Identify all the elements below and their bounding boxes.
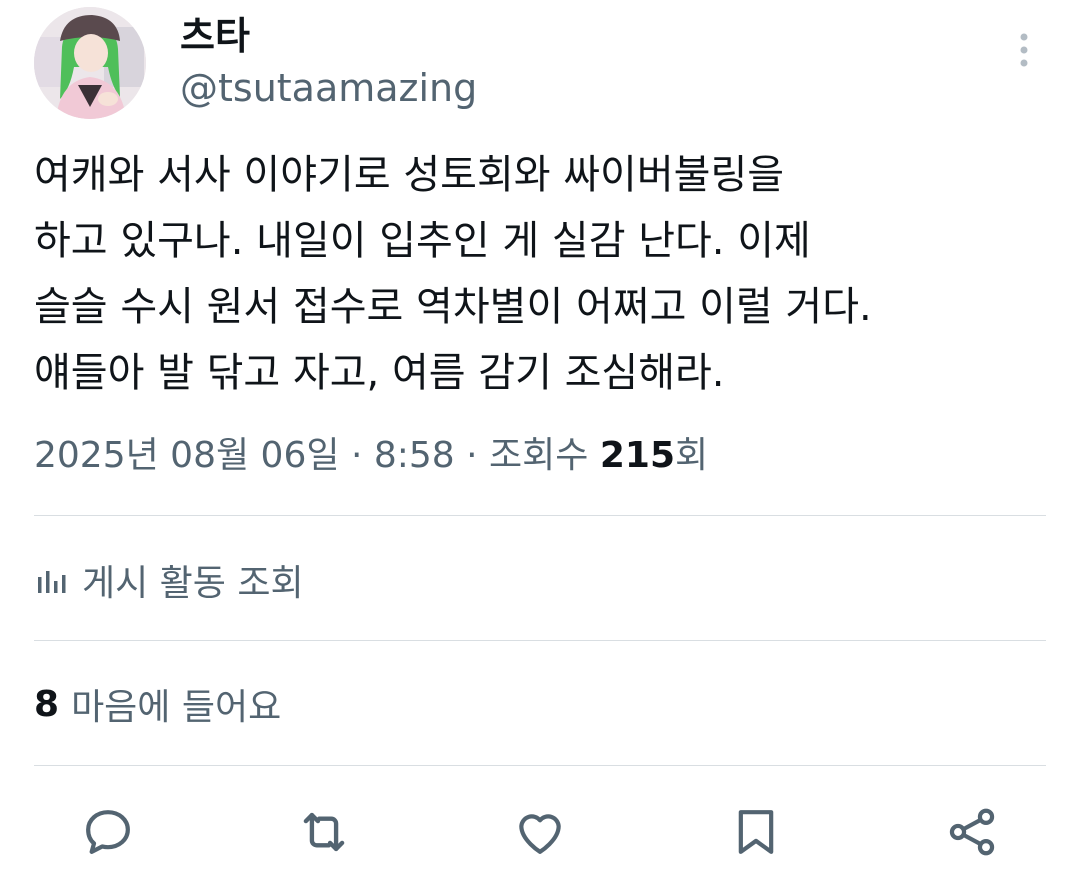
likes-count: 8: [34, 683, 60, 725]
tweet-meta: 2025년 08월 06일 · 8:58 · 조회수 215회: [34, 428, 708, 484]
tweet-time[interactable]: 8:58: [374, 435, 455, 476]
share-button[interactable]: [940, 800, 1004, 864]
avatar[interactable]: [34, 7, 146, 119]
like-button[interactable]: [508, 800, 572, 864]
share-icon: [949, 808, 995, 856]
tweet-line: 여캐와 서사 이야기로 성토회와 싸이버불링을: [34, 152, 785, 198]
user-handle[interactable]: @tsutaamazing: [180, 62, 477, 114]
retweet-icon: [303, 812, 345, 852]
heart-icon: [519, 814, 561, 854]
display-name[interactable]: 츠타: [180, 10, 250, 62]
reply-icon: [86, 810, 130, 854]
likes-label: 마음에 들어요: [71, 687, 282, 728]
more-vertical-icon: [1020, 33, 1028, 67]
tweet-text: 여캐와 서사 이야기로 성토회와 싸이버불링을 하고 있구나. 내일이 입추인 …: [34, 142, 1054, 406]
divider: [34, 640, 1046, 641]
divider: [34, 515, 1046, 516]
bar-chart-icon: [38, 571, 66, 593]
bookmark-icon: [738, 810, 774, 854]
views-count: 215: [599, 435, 676, 476]
analytics-label: 게시 활동 조회: [82, 563, 304, 604]
reply-button[interactable]: [76, 800, 140, 864]
tweet-line: 하고 있구나. 내일이 입추인 게 실감 난다. 이제: [34, 218, 811, 264]
tweet-line: 얘들아 발 닦고 자고, 여름 감기 조심해라.: [34, 350, 725, 396]
tweet-date[interactable]: 2025년 08월 06일: [34, 435, 339, 476]
bookmark-button[interactable]: [724, 800, 788, 864]
meta-separator: ·: [466, 435, 478, 476]
divider: [34, 765, 1046, 766]
likes-summary[interactable]: 8 마음에 들어요: [34, 676, 281, 732]
more-options-button[interactable]: [1004, 30, 1044, 70]
views-suffix: 회: [675, 435, 709, 476]
views-label: 조회수: [489, 435, 589, 476]
retweet-button[interactable]: [292, 800, 356, 864]
avatar-illustration: [34, 7, 146, 119]
tweet-line: 슬슬 수시 원서 접수로 역차별이 어쩌고 이럴 거다.: [34, 284, 872, 330]
meta-separator: ·: [350, 435, 363, 476]
view-post-analytics-button[interactable]: 게시 활동 조회: [34, 552, 304, 608]
